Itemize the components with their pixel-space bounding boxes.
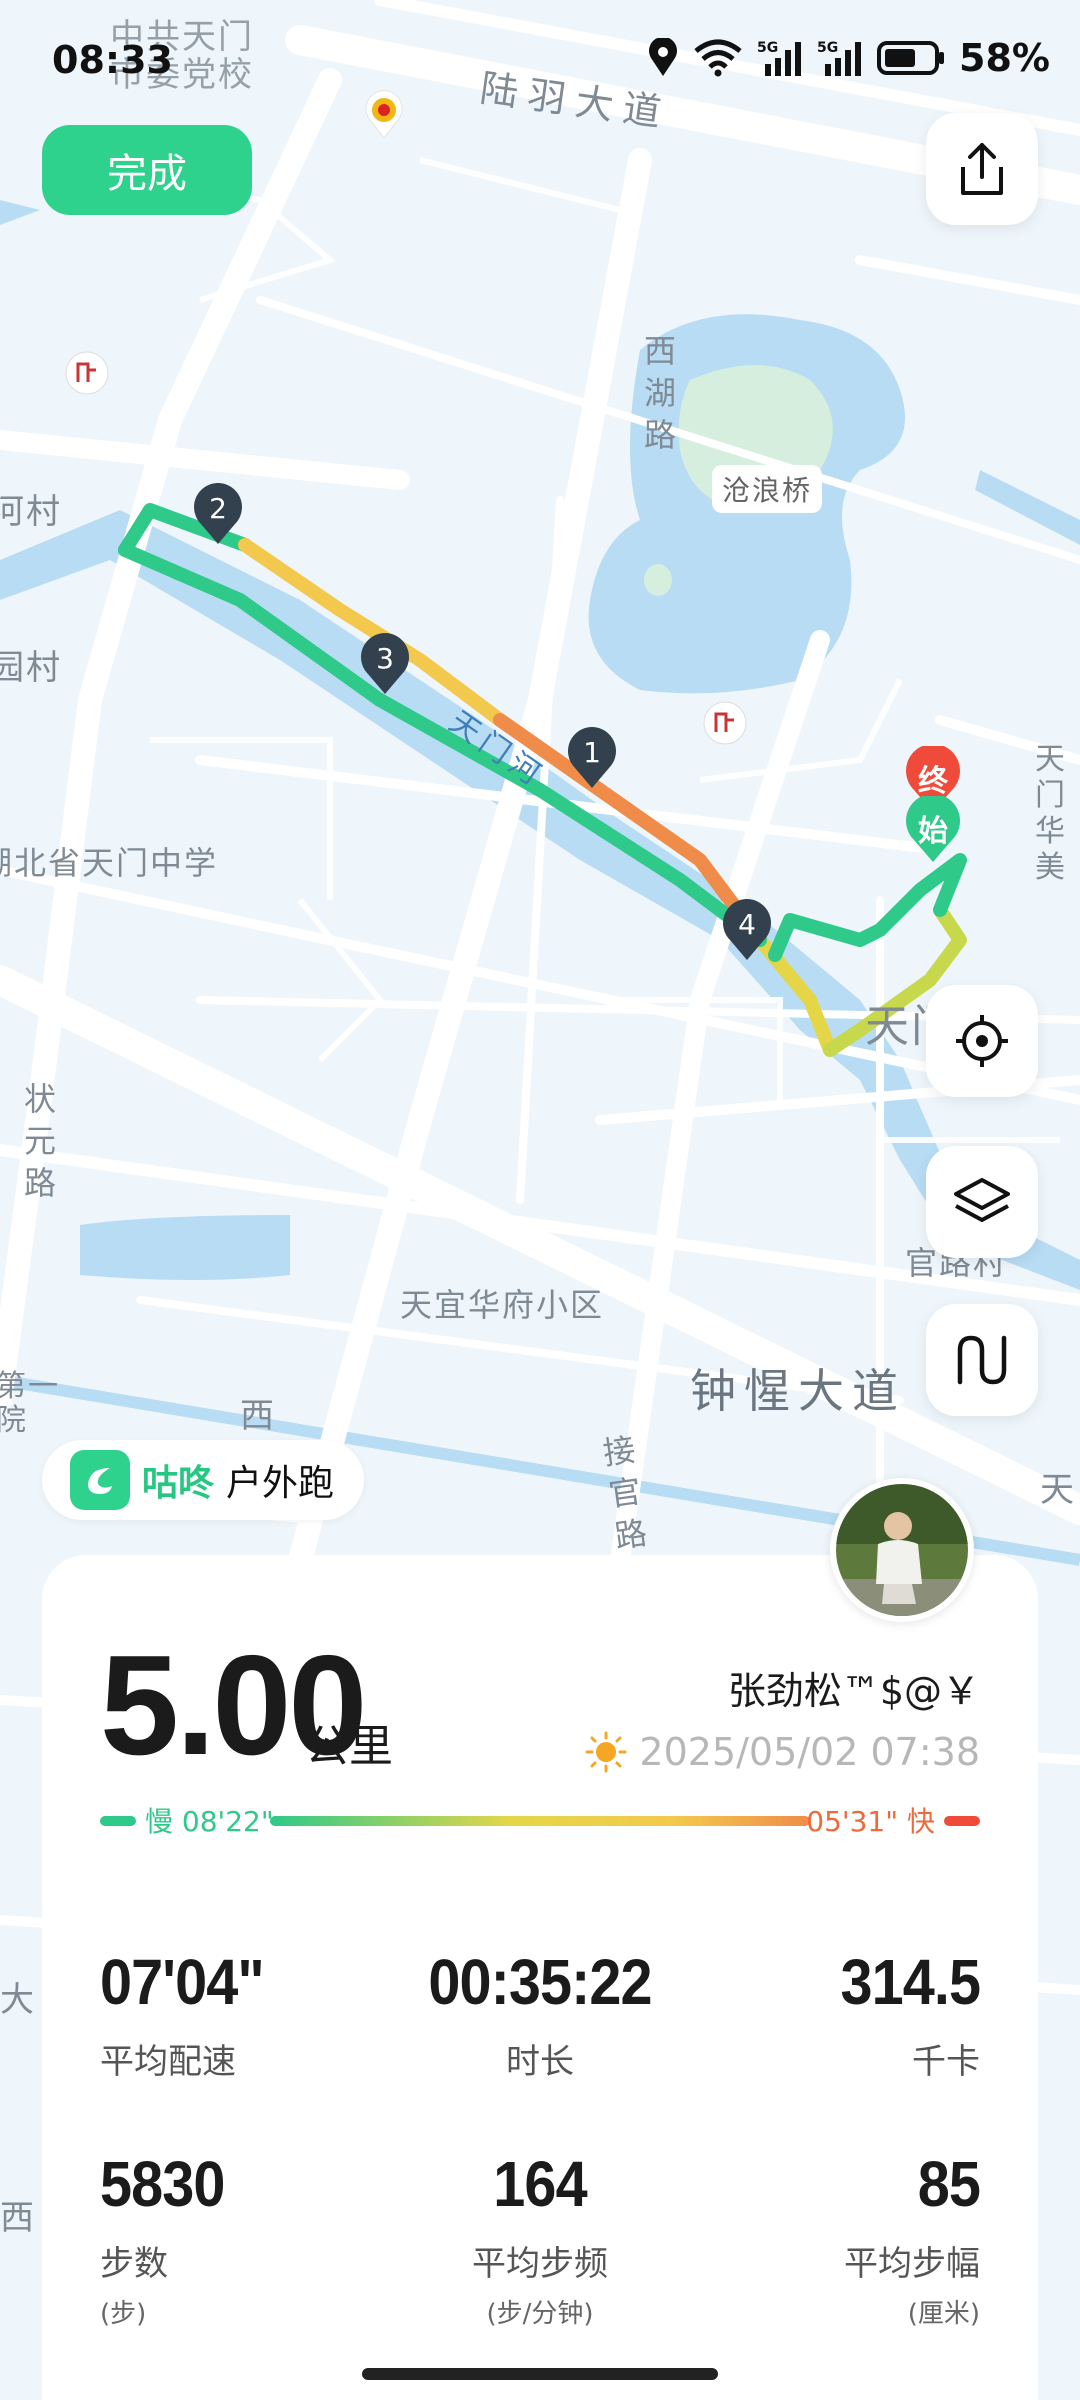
battery-percent: 58% — [959, 36, 1050, 80]
activity-date: 2025/05/02 07:38 — [585, 1730, 980, 1774]
battery-icon — [877, 41, 945, 75]
date-text: 2025/05/02 07:38 — [639, 1730, 980, 1774]
stat-label: 平均步频 — [472, 2244, 608, 2284]
distance-unit: 公里 — [305, 1721, 393, 1772]
slow-pace-label: 慢 08'22" — [145, 1805, 274, 1838]
avatar[interactable] — [830, 1478, 974, 1622]
home-indicator[interactable] — [362, 2368, 718, 2380]
stat-duration: 00:35:22 时长 — [390, 1950, 690, 2083]
route-toggle-icon — [957, 1335, 1007, 1385]
stat-value: 5830 — [100, 2148, 225, 2220]
map-layers-button[interactable] — [926, 1146, 1038, 1258]
signal-5g-icon: 5G — [817, 40, 862, 76]
status-time: 08:33 — [52, 38, 173, 82]
stat-label: 步数 — [100, 2244, 168, 2284]
stat-label: 平均配速 — [100, 2042, 236, 2082]
map-label-village2: 园村 — [0, 648, 62, 688]
map-label-xihu-road: 西湖路 — [643, 332, 676, 454]
wifi-icon — [694, 39, 742, 77]
stat-value: 85 — [917, 2148, 981, 2220]
end-pin-label: 终 — [918, 764, 948, 799]
route-km-label: 1 — [583, 736, 601, 769]
fuel-pole-icon — [703, 701, 747, 745]
fuel-pole-icon — [65, 351, 109, 395]
locate-icon — [956, 1015, 1008, 1067]
stat-avg-pace: 07'04" 平均配速 — [100, 1950, 282, 2083]
svg-text:5G: 5G — [817, 40, 838, 56]
map-label-canglang-bridge: 沧浪桥 — [712, 465, 823, 513]
fast-pace-label: 05'31" 快 — [806, 1805, 935, 1838]
route-km-marker[interactable]: 1 — [565, 726, 619, 790]
activity-type: 户外跑 — [226, 1463, 335, 1504]
stat-unit: (步/分钟) — [486, 2299, 594, 2329]
map-label-zhongxing-road: 钟惺大道 — [690, 1364, 906, 1418]
brand-name: 咕咚 — [142, 1463, 215, 1504]
stat-steps: 5830 步数 (步) — [100, 2152, 238, 2330]
brand-chip: 咕咚 户外跑 — [42, 1440, 365, 1520]
stat-value: 314.5 — [840, 1946, 981, 2018]
map-label-tianyi: 天宜华府小区 — [400, 1286, 605, 1324]
map-label-tianhua: 天门华美 — [1035, 742, 1067, 885]
start-pin[interactable]: 始 — [902, 796, 964, 864]
stat-unit: (厘米) — [907, 2299, 980, 2329]
status-bar: 08:33 5G 5G 58% — [0, 0, 1080, 120]
map-label-xi: 西 — [240, 1396, 276, 1436]
stat-stride: 85 平均步幅 (厘米) — [844, 2148, 981, 2330]
stat-value: 00:35:22 — [428, 1946, 652, 2018]
stat-cadence: 164 平均步频 (步/分钟) — [390, 2152, 690, 2330]
location-icon — [649, 38, 677, 76]
svg-text:5G: 5G — [757, 40, 778, 56]
stat-label: 千卡 — [912, 2042, 980, 2082]
done-button[interactable]: 完成 — [42, 125, 252, 215]
map-label-diyi: 第一院 — [0, 1369, 60, 1438]
locate-button[interactable] — [926, 985, 1038, 1097]
share-icon — [961, 143, 1003, 195]
stat-label: 时长 — [506, 2042, 574, 2082]
stat-calories: 314.5 千卡 — [825, 1946, 981, 2083]
map-label-tian-right: 天 — [1040, 1470, 1076, 1510]
layers-icon — [954, 1178, 1010, 1222]
codoon-logo-icon — [70, 1450, 130, 1510]
map-label-zhuangyuan-road: 状元路 — [23, 1080, 56, 1202]
stat-unit: (步) — [100, 2299, 147, 2329]
route-km-label: 4 — [738, 908, 756, 941]
share-button[interactable] — [926, 113, 1038, 225]
user-name: 张劲松™$@￥ — [727, 1669, 980, 1713]
map-label-da-left: 大 — [0, 1980, 36, 2020]
route-km-marker[interactable]: 2 — [191, 482, 245, 546]
start-pin-label: 始 — [918, 814, 948, 849]
route-km-label: 2 — [209, 492, 227, 525]
map-label-xi-left: 西 — [0, 2198, 36, 2238]
weather-sun-icon — [585, 1731, 627, 1773]
stat-label: 平均步幅 — [844, 2244, 980, 2284]
pace-legend: 慢 08'22" 05'31" 快 — [100, 1800, 980, 1840]
map-label-middle-school: 湖北省天门中学 — [0, 844, 219, 882]
stat-value: 164 — [493, 2148, 587, 2220]
route-km-marker[interactable]: 4 — [720, 898, 774, 962]
stat-value: 07'04" — [100, 1946, 265, 2018]
route-toggle-button[interactable] — [926, 1304, 1038, 1416]
signal-5g-icon: 5G — [757, 40, 802, 76]
route-km-label: 3 — [376, 642, 394, 675]
map-label-village1: 河村 — [0, 492, 62, 532]
route-km-marker[interactable]: 3 — [358, 632, 412, 696]
